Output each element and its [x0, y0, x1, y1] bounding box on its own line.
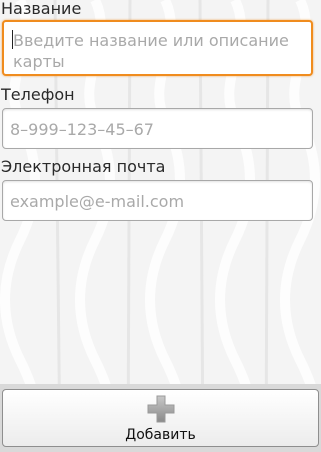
phone-placeholder: 8–999–123–45–67 [10, 120, 154, 139]
phone-label: Телефон [1, 85, 75, 104]
phone-input[interactable]: 8–999–123–45–67 [2, 108, 313, 149]
plus-icon [147, 395, 175, 423]
name-input[interactable]: Введите название или описание карты [2, 20, 313, 76]
name-placeholder: Введите название или описание карты [13, 31, 289, 71]
name-label: Название [1, 0, 82, 18]
add-button[interactable]: Добавить [2, 389, 319, 447]
email-label: Электронная почта [1, 157, 166, 176]
email-placeholder: example@e-mail.com [10, 192, 185, 211]
add-button-label: Добавить [125, 427, 196, 443]
email-input[interactable]: example@e-mail.com [2, 180, 313, 221]
